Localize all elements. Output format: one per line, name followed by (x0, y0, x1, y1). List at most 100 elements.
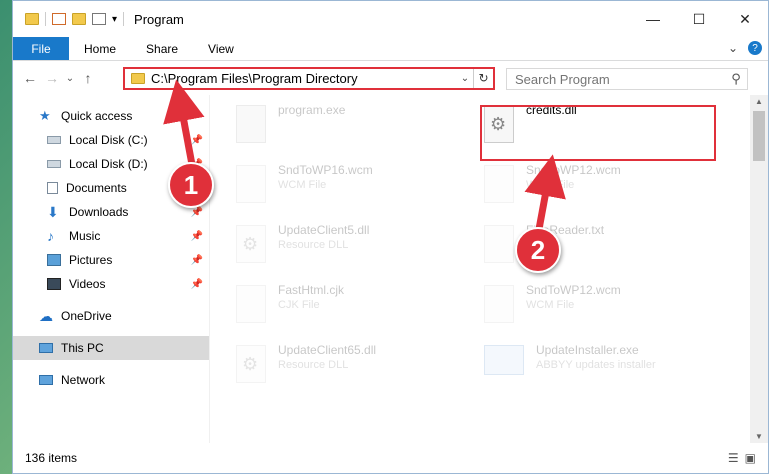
highlight-box-credits (480, 105, 716, 161)
search-input[interactable] (515, 71, 725, 87)
nav-item-label: Documents (66, 181, 127, 195)
pictures-icon (47, 254, 61, 266)
file-item[interactable]: UpdateClient5.dll Resource DLL (230, 219, 460, 273)
file-item[interactable]: SndToWP16.wcm WCM File (230, 159, 460, 213)
window-title: Program (134, 11, 184, 27)
file-list: program.exe credits.dll SndToWP16.wcmWCM… (209, 95, 768, 443)
file-type: Resource DLL (278, 239, 349, 251)
ribbon-tabs: File Home Share View ⌄ ? (13, 37, 768, 61)
star-icon: ★ (39, 108, 51, 123)
tab-home[interactable]: Home (69, 37, 131, 60)
explorer-window: ▾ Program — ☐ ✕ File Home Share View ⌄ ?… (12, 0, 769, 474)
nav-item-label: OneDrive (61, 309, 112, 323)
scroll-up-icon[interactable]: ▲ (750, 97, 768, 106)
installer-icon (484, 345, 524, 375)
file-icon (236, 285, 266, 323)
nav-item-label: Pictures (69, 253, 113, 267)
file-type: Resource DLL (278, 359, 349, 371)
nav-item-network[interactable]: Network (13, 368, 209, 392)
back-button[interactable]: ← (19, 70, 41, 86)
toolbar-divider (45, 12, 46, 26)
nav-item-label: Local Disk (D:) (69, 157, 148, 171)
folder-icon (25, 13, 39, 25)
nav-item-label: Network (61, 373, 106, 387)
refresh-icon[interactable]: ↻ (473, 69, 493, 88)
scrollbar-thumb[interactable] (753, 111, 765, 161)
pin-icon: 📌 (190, 230, 203, 242)
tab-view[interactable]: View (193, 37, 249, 60)
exe-icon (236, 105, 266, 143)
nav-item-quick-access[interactable]: ★ Quick access (13, 104, 209, 128)
videos-icon (47, 278, 61, 290)
item-count: 136 items (25, 451, 78, 465)
file-name: program.exe (278, 103, 346, 117)
nav-item-label: This PC (61, 341, 104, 355)
file-item[interactable]: SndToWP12.wcm WCM File (478, 279, 708, 333)
pin-icon: 📌 (190, 278, 203, 290)
file-item[interactable]: FastHtml.cjk CJK File (230, 279, 460, 333)
file-name: SndToWP12.wcm (526, 163, 621, 177)
view-options-icon[interactable] (92, 13, 106, 25)
drive-icon (47, 160, 61, 168)
documents-icon (47, 182, 58, 194)
close-button[interactable]: ✕ (722, 1, 768, 37)
step-badge-2: 2 (515, 227, 561, 273)
file-item[interactable]: UpdateInstaller.exe ABBYY updates install… (478, 339, 708, 393)
file-type: CJK File (278, 299, 320, 311)
nav-item-label: Downloads (69, 205, 129, 219)
file-name: UpdateClient65.dll (278, 343, 377, 357)
new-folder-icon[interactable] (72, 13, 86, 25)
file-icon (484, 285, 514, 323)
address-bar[interactable]: C:\Program Files\Program Directory ⌄ ↻ (123, 67, 495, 90)
nav-item-music[interactable]: ♪ Music 📌 (13, 224, 209, 248)
downloads-icon: ⬇ (47, 204, 59, 220)
nav-item-pictures[interactable]: Pictures 📌 (13, 248, 209, 272)
address-dropdown-icon[interactable]: ⌄ (457, 73, 473, 84)
details-view-icon[interactable]: ☰ (728, 451, 739, 465)
network-icon (39, 375, 53, 385)
file-item[interactable]: program.exe (230, 99, 460, 153)
file-item[interactable]: FineReader.txt (478, 219, 708, 273)
search-icon[interactable]: ⚲ (725, 71, 747, 87)
pin-icon: 📌 (190, 206, 203, 218)
file-type: WCM File (526, 179, 575, 191)
tab-file[interactable]: File (13, 37, 69, 60)
pc-icon (39, 343, 53, 353)
large-icons-view-icon[interactable]: ▣ (745, 451, 756, 465)
nav-item-onedrive[interactable]: ☁ OneDrive (13, 304, 209, 328)
folder-icon (131, 73, 145, 84)
file-name: SndToWP12.wcm (526, 283, 621, 297)
search-box[interactable]: ⚲ (506, 68, 748, 90)
dll-gear-icon (236, 345, 266, 383)
customize-toolbar-icon[interactable]: ▾ (112, 14, 117, 25)
file-type: WCM File (526, 299, 575, 311)
file-item[interactable]: SndToWP12.wcm WCM File (478, 159, 708, 213)
recent-locations-button[interactable]: ⌄ (63, 73, 77, 84)
expand-ribbon-icon[interactable]: ⌄ (728, 41, 738, 55)
file-type: ABBYY updates installer (536, 359, 656, 371)
music-icon: ♪ (47, 228, 54, 244)
help-icon[interactable]: ? (748, 41, 762, 55)
up-button[interactable]: ↑ (77, 70, 99, 86)
file-name: SndToWP16.wcm (278, 163, 373, 177)
nav-item-label: Quick access (61, 109, 133, 123)
pin-icon: 📌 (190, 134, 203, 146)
minimize-button[interactable]: — (630, 1, 676, 37)
maximize-button[interactable]: ☐ (676, 1, 722, 37)
address-path[interactable]: C:\Program Files\Program Directory (151, 71, 457, 86)
tab-share[interactable]: Share (131, 37, 193, 60)
nav-item-videos[interactable]: Videos 📌 (13, 272, 209, 296)
properties-icon[interactable] (52, 13, 66, 25)
file-icon (484, 225, 514, 263)
file-name: FastHtml.cjk (278, 283, 344, 297)
file-item[interactable]: UpdateClient65.dll Resource DLL (230, 339, 460, 393)
nav-item-this-pc[interactable]: This PC (13, 336, 209, 360)
address-row: ← → ⌄ ↑ C:\Program Files\Program Directo… (13, 61, 768, 95)
file-name: UpdateClient5.dll (278, 223, 370, 237)
pin-icon: 📌 (190, 254, 203, 266)
vertical-scrollbar[interactable]: ▲ ▼ (750, 95, 768, 443)
scroll-down-icon[interactable]: ▼ (750, 432, 768, 441)
forward-button[interactable]: → (41, 70, 63, 86)
onedrive-icon: ☁ (39, 308, 53, 324)
nav-item-local-disk-c[interactable]: Local Disk (C:) 📌 (13, 128, 209, 152)
